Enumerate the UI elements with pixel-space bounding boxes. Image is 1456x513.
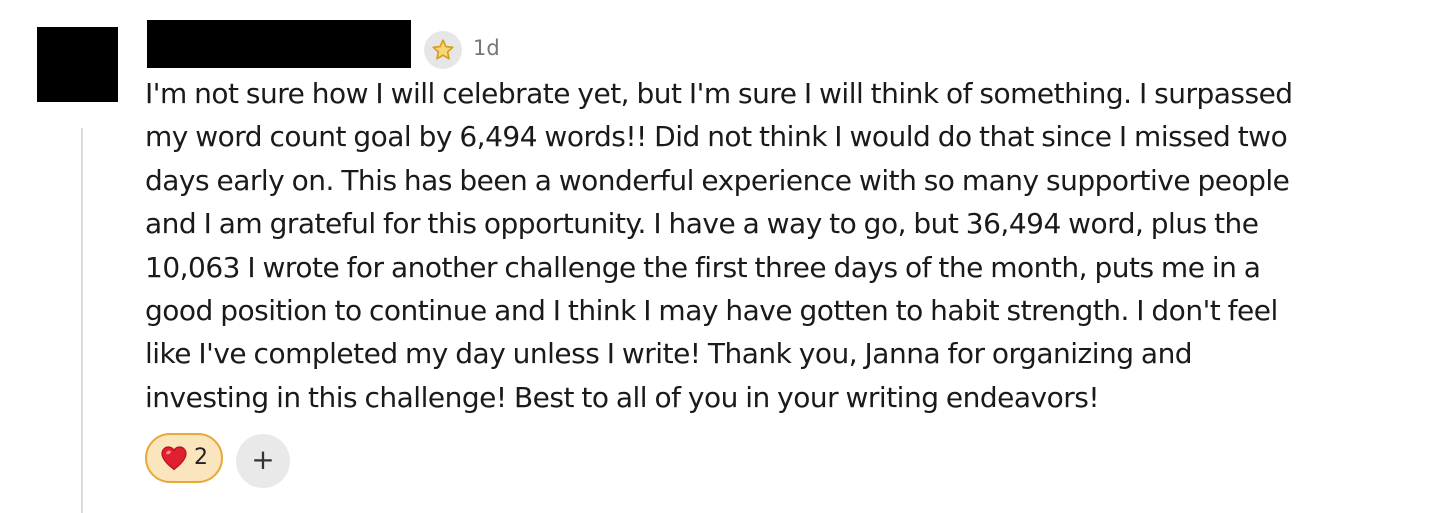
avatar[interactable] [37, 27, 118, 102]
star-badge [424, 31, 462, 69]
heart-icon [161, 446, 187, 471]
comment-line: days early on. This has been a wonderful… [145, 163, 1290, 197]
add-reaction-button[interactable]: + [236, 434, 290, 488]
comment-line: I'm not sure how I will celebrate yet, b… [145, 77, 1293, 110]
comment-line: good position to continue and I think I … [145, 294, 1278, 328]
star-icon [432, 39, 454, 60]
comment-line: like I've completed my day unless I writ… [145, 337, 1193, 371]
comment-body: I'm not sure how I will celebrate yet, b… [145, 72, 1435, 419]
author-name-redacted[interactable] [147, 20, 411, 68]
reaction-count: 2 [194, 445, 208, 470]
plus-icon: + [251, 443, 275, 476]
comment-line: investing in this challenge! Best to all… [145, 380, 1100, 414]
thread-line [81, 128, 83, 513]
comment-line: my word count goal by 6,494 words!! Did … [145, 120, 1288, 154]
comment-line: 10,063 I wrote for another challenge the… [145, 250, 1261, 284]
comment-line: and I am grateful for this opportunity. … [145, 207, 1259, 241]
comment-timestamp[interactable]: 1d [473, 34, 500, 62]
heart-reaction-button[interactable]: 2 [145, 433, 223, 483]
